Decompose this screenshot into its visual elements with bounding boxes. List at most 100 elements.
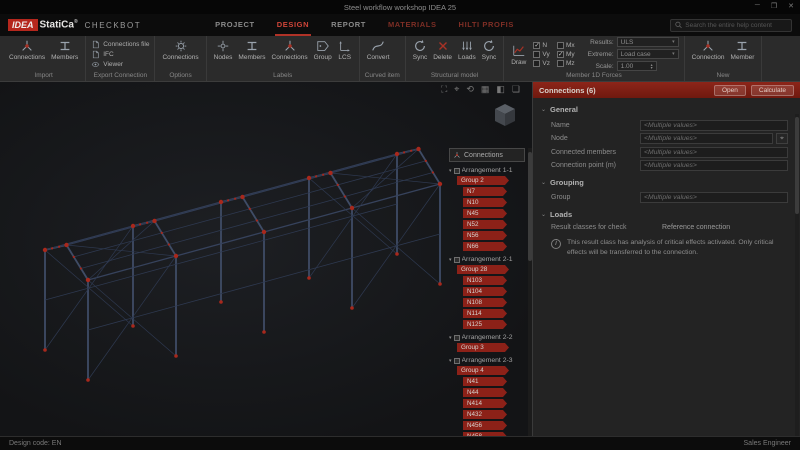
- section-grouping[interactable]: ⌄ Grouping: [541, 174, 788, 190]
- tree-arrangement[interactable]: ▾Arrangement 2-1: [449, 256, 525, 263]
- scale-input[interactable]: 1.00▴▾: [617, 61, 657, 71]
- tree-connection-n103[interactable]: N103: [463, 276, 507, 285]
- ribbon-button-convert[interactable]: Convert: [365, 37, 392, 61]
- force-checkbox-mx[interactable]: Mx: [557, 42, 575, 49]
- tree-connection-n66[interactable]: N66: [463, 242, 507, 251]
- tree-header-connections[interactable]: Connections: [449, 148, 525, 162]
- ribbon-button-member[interactable]: Member: [729, 37, 757, 61]
- force-checkbox-label: My: [566, 51, 575, 58]
- properties-scrollbar[interactable]: [795, 114, 799, 436]
- tree-connection-n456[interactable]: N456: [463, 421, 507, 430]
- tree-connection-n52[interactable]: N52: [463, 220, 507, 229]
- tree-group-group-28[interactable]: Group 28: [457, 265, 509, 274]
- tree-arrangement[interactable]: ▾Arrangement 2-3: [449, 357, 525, 364]
- axes-icon: [338, 39, 352, 53]
- force-checkbox-my[interactable]: My: [557, 51, 575, 58]
- combo-extreme-[interactable]: Load case▾: [617, 49, 679, 59]
- scrollbar-thumb[interactable]: [795, 117, 799, 214]
- ribbon-button-connections[interactable]: Connections: [7, 37, 47, 61]
- open-button[interactable]: Open: [714, 85, 746, 96]
- tree-group-group-3[interactable]: Group 3: [457, 343, 509, 352]
- tab-project[interactable]: PROJECT: [213, 14, 257, 36]
- tree-group-group-4[interactable]: Group 4: [457, 366, 509, 375]
- ribbon-row-ifc[interactable]: IFC: [91, 50, 113, 59]
- section-loads[interactable]: ⌄ Loads: [541, 206, 788, 222]
- viewport-3d[interactable]: ⛶ ⌖ ⟲ ▦ ◧ ❏ Connections ▾Arrangement 1-1 Group…: [0, 82, 533, 436]
- tree-connection-n44[interactable]: N44: [463, 388, 507, 397]
- ribbon-button-nodes[interactable]: Nodes: [212, 37, 235, 61]
- ribbon-button-sync[interactable]: Sync: [480, 37, 498, 61]
- result-classes-value[interactable]: Reference connection: [662, 224, 730, 231]
- zoom-window-icon[interactable]: ⌖: [454, 84, 459, 95]
- ribbon-button-delete[interactable]: Delete: [431, 37, 454, 61]
- search-input[interactable]: [685, 22, 787, 29]
- caret-down-icon[interactable]: ▾: [449, 257, 452, 263]
- ribbon-row-connections-file[interactable]: Connections file: [91, 40, 149, 49]
- ribbon-button-group[interactable]: Group: [312, 37, 334, 61]
- node-picker-icon[interactable]: ⌖: [776, 133, 788, 144]
- orbit-icon[interactable]: ⟲: [466, 84, 474, 95]
- tree-connection-n45[interactable]: N45: [463, 209, 507, 218]
- tree-connection-n432[interactable]: N432: [463, 410, 507, 419]
- tab-hilti-profis[interactable]: HILTI PROFIS: [457, 14, 516, 36]
- help-search[interactable]: [670, 19, 792, 32]
- tree-connection-n125[interactable]: N125: [463, 320, 507, 329]
- force-checkbox-n[interactable]: N: [533, 42, 550, 49]
- ribbon-button-members[interactable]: Members: [49, 37, 80, 61]
- ribbon-button-connection[interactable]: Connection: [690, 37, 727, 61]
- fit-view-icon[interactable]: ⛶: [441, 84, 447, 95]
- tree-arrangement[interactable]: ▾Arrangement 2-2: [449, 334, 525, 341]
- tree-connection-n108[interactable]: N108: [463, 298, 507, 307]
- tree-scrollbar[interactable]: [528, 148, 532, 436]
- minimize-icon[interactable]: ─: [755, 2, 760, 10]
- stepper-icons[interactable]: ▴▾: [651, 63, 653, 70]
- property-input-connected-members[interactable]: <Multiple values>: [640, 147, 788, 158]
- tree-connection-n56[interactable]: N56: [463, 231, 507, 240]
- navigation-cube[interactable]: [494, 103, 516, 127]
- force-checkbox-vy[interactable]: Vy: [533, 51, 550, 58]
- tab-design[interactable]: DESIGN: [275, 14, 311, 36]
- ribbon-group-export-connection: Connections fileIFCViewer Export Connect…: [86, 36, 155, 81]
- close-icon[interactable]: ✕: [788, 2, 794, 10]
- property-input-connection-point-m-[interactable]: <Multiple values>: [640, 160, 788, 171]
- tree-connection-n10[interactable]: N10: [463, 198, 507, 207]
- property-input-node[interactable]: <Multiple values>: [640, 133, 773, 144]
- ribbon-button-members[interactable]: Members: [236, 37, 267, 61]
- ribbon-button-lcs[interactable]: LCS: [336, 37, 354, 61]
- caret-down-icon[interactable]: ▾: [449, 358, 452, 364]
- force-checkbox-mz[interactable]: Mz: [557, 60, 575, 67]
- caret-down-icon[interactable]: ▾: [449, 335, 452, 341]
- force-options: Results:ULS▾Extreme:Load case▾Scale:1.00…: [580, 37, 679, 71]
- tree-connection-n414[interactable]: N414: [463, 399, 507, 408]
- tree-connection-n7[interactable]: N7: [463, 187, 507, 196]
- calculate-button[interactable]: Calculate: [751, 85, 794, 96]
- property-input-group[interactable]: <Multiple values>: [640, 192, 788, 203]
- ribbon-row-viewer[interactable]: Viewer: [91, 60, 123, 69]
- tree-connection-n41[interactable]: N41: [463, 377, 507, 386]
- combo-results-[interactable]: ULS▾: [617, 37, 679, 47]
- connection-icon: [453, 151, 461, 159]
- force-checkbox-vz[interactable]: Vz: [533, 60, 550, 67]
- ribbon-group-title: Labels: [212, 71, 354, 81]
- scrollbar-thumb[interactable]: [528, 152, 532, 261]
- clipping-icon[interactable]: ◧: [496, 84, 505, 95]
- draw-button[interactable]: Draw: [509, 42, 528, 66]
- tree-group-group-2[interactable]: Group 2: [457, 176, 509, 185]
- tree-arrangement[interactable]: ▾Arrangement 1-1: [449, 167, 525, 174]
- ribbon-button-connections[interactable]: Connections: [270, 37, 310, 61]
- maximize-icon[interactable]: ❐: [771, 2, 777, 10]
- screenshot-icon[interactable]: ❏: [512, 84, 520, 95]
- section-general[interactable]: ⌄ General: [541, 101, 788, 117]
- views-grid-icon[interactable]: ▦: [481, 84, 490, 95]
- ribbon-row-label: Viewer: [103, 61, 123, 68]
- tab-materials[interactable]: MATERIALS: [386, 14, 439, 36]
- property-input-name[interactable]: <Multiple values>: [640, 120, 788, 131]
- ribbon-button-sync[interactable]: Sync: [411, 37, 429, 61]
- ribbon-button-loads[interactable]: Loads: [456, 37, 478, 61]
- tab-report[interactable]: REPORT: [329, 14, 368, 36]
- ribbon: ConnectionsMembers Import Connections fi…: [0, 36, 800, 82]
- caret-down-icon[interactable]: ▾: [449, 168, 452, 174]
- tree-connection-n104[interactable]: N104: [463, 287, 507, 296]
- tree-connection-n114[interactable]: N114: [463, 309, 507, 318]
- ribbon-button-connections[interactable]: Connections: [160, 37, 200, 61]
